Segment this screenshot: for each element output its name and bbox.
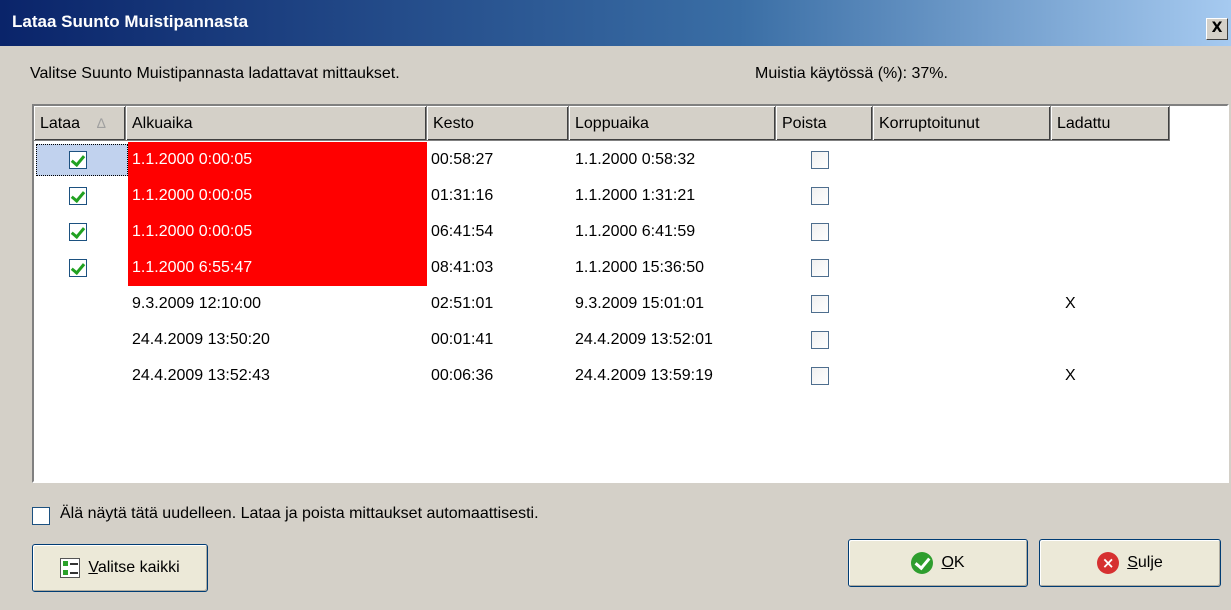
checklist-icon bbox=[60, 558, 81, 578]
column-header-lataa[interactable]: Lataa ∆ bbox=[34, 106, 126, 141]
download-checkbox[interactable] bbox=[69, 151, 87, 169]
table-row[interactable]: 1.1.2000 0:00:05 01:31:16 1.1.2000 1:31:21 bbox=[34, 178, 1227, 214]
start-time-cell: 1.1.2000 0:00:05 bbox=[128, 178, 427, 214]
table-row[interactable]: 1.1.2000 0:00:05 06:41:54 1.1.2000 6:41:59 bbox=[34, 214, 1227, 250]
ok-label: OK bbox=[941, 554, 965, 571]
table-row[interactable]: 24.4.2009 13:52:43 00:06:36 24.4.2009 13:5… bbox=[34, 358, 1227, 394]
table-row[interactable]: 9.3.2009 12:10:00 02:51:01 9.3.2009 15:01:… bbox=[34, 286, 1227, 322]
window-title: Lataa Suunto Muistipannasta bbox=[12, 12, 249, 31]
duration-cell: 00:06:36 bbox=[431, 367, 494, 384]
dont-show-again-label: Älä näytä tätä uudelleen. Lataa ja poist… bbox=[60, 505, 539, 522]
start-time-cell: 1.1.2000 6:55:47 bbox=[128, 250, 427, 286]
ok-check-icon bbox=[911, 552, 934, 574]
delete-checkbox[interactable] bbox=[811, 223, 829, 241]
delete-checkbox[interactable] bbox=[811, 151, 829, 169]
download-checkbox[interactable] bbox=[69, 259, 87, 277]
table-row[interactable]: 24.4.2009 13:50:20 00:01:41 24.4.2009 13:5… bbox=[34, 322, 1227, 358]
column-header-korruptoitunut[interactable]: Korruptoitunut bbox=[873, 106, 1051, 141]
start-time-cell: 1.1.2000 0:00:05 bbox=[128, 214, 427, 250]
dont-show-again-checkbox[interactable] bbox=[32, 507, 50, 525]
end-time-cell: 1.1.2000 0:58:32 bbox=[575, 151, 696, 168]
delete-checkbox[interactable] bbox=[811, 295, 829, 313]
table-row[interactable]: 1.1.2000 6:55:47 08:41:03 1.1.2000 15:36:5… bbox=[34, 250, 1227, 286]
downloaded-cell bbox=[1055, 250, 1165, 286]
close-button[interactable]: × Sulje bbox=[1039, 539, 1221, 587]
start-time-cell: 1.1.2000 0:00:05 bbox=[128, 142, 427, 178]
download-checkbox[interactable] bbox=[69, 187, 87, 205]
column-header-alkuaika[interactable]: Alkuaika bbox=[126, 106, 427, 141]
downloaded-cell bbox=[1055, 178, 1165, 214]
intro-text: Valitse Suunto Muistipannasta ladattavat… bbox=[30, 65, 400, 82]
duration-cell: 06:41:54 bbox=[431, 223, 494, 240]
end-time-cell: 9.3.2009 15:01:01 bbox=[575, 295, 705, 312]
close-label: Sulje bbox=[1127, 554, 1163, 571]
start-time-cell: 9.3.2009 12:10:00 bbox=[132, 295, 262, 312]
close-x-icon: × bbox=[1097, 552, 1120, 574]
measurements-list[interactable]: Lataa ∆ Alkuaika Kesto Loppuaika Poista … bbox=[32, 104, 1229, 483]
duration-cell: 08:41:03 bbox=[431, 259, 494, 276]
end-time-cell: 1.1.2000 15:36:50 bbox=[575, 259, 705, 276]
column-header-kesto[interactable]: Kesto bbox=[427, 106, 569, 141]
downloaded-cell: X bbox=[1065, 295, 1076, 312]
column-header-poista[interactable]: Poista bbox=[776, 106, 873, 141]
column-header-label: Lataa bbox=[40, 115, 81, 132]
corrupted-cell bbox=[879, 358, 1049, 394]
downloaded-cell bbox=[1055, 142, 1165, 178]
corrupted-cell bbox=[879, 142, 1049, 178]
download-checkbox[interactable] bbox=[69, 223, 87, 241]
delete-checkbox[interactable] bbox=[811, 259, 829, 277]
delete-checkbox[interactable] bbox=[811, 187, 829, 205]
downloaded-cell bbox=[1055, 322, 1165, 358]
sort-arrow-icon: ∆ bbox=[97, 115, 106, 131]
table-row[interactable]: 1.1.2000 0:00:05 00:58:27 1.1.2000 0:58:32 bbox=[34, 142, 1227, 178]
column-header-loppuaika[interactable]: Loppuaika bbox=[569, 106, 776, 141]
delete-checkbox[interactable] bbox=[811, 331, 829, 349]
corrupted-cell bbox=[879, 214, 1049, 250]
select-all-button[interactable]: Valitse kaikki bbox=[32, 544, 208, 592]
start-time-cell: 24.4.2009 13:50:20 bbox=[132, 331, 270, 348]
title-bar: Lataa Suunto Muistipannasta X bbox=[0, 0, 1231, 46]
downloaded-cell: X bbox=[1065, 367, 1076, 384]
duration-cell: 00:01:41 bbox=[431, 331, 494, 348]
corrupted-cell bbox=[879, 322, 1049, 358]
end-time-cell: 24.4.2009 13:59:19 bbox=[575, 367, 713, 384]
downloaded-cell bbox=[1055, 214, 1165, 250]
corrupted-cell bbox=[879, 178, 1049, 214]
window-close-button[interactable]: X bbox=[1206, 18, 1228, 40]
ok-button[interactable]: OK bbox=[848, 539, 1028, 587]
end-time-cell: 1.1.2000 6:41:59 bbox=[575, 223, 696, 240]
duration-cell: 00:58:27 bbox=[431, 151, 494, 168]
end-time-cell: 1.1.2000 1:31:21 bbox=[575, 187, 696, 204]
select-all-label: Valitse kaikki bbox=[88, 559, 180, 576]
end-time-cell: 24.4.2009 13:52:01 bbox=[575, 331, 713, 348]
column-header-ladattu[interactable]: Ladattu bbox=[1051, 106, 1170, 141]
start-time-cell: 24.4.2009 13:52:43 bbox=[132, 367, 270, 384]
corrupted-cell bbox=[879, 286, 1049, 322]
corrupted-cell bbox=[879, 250, 1049, 286]
memory-usage-text: Muistia käytössä (%): 37%. bbox=[755, 65, 948, 82]
delete-checkbox[interactable] bbox=[811, 367, 829, 385]
duration-cell: 01:31:16 bbox=[431, 187, 494, 204]
duration-cell: 02:51:01 bbox=[431, 295, 494, 312]
